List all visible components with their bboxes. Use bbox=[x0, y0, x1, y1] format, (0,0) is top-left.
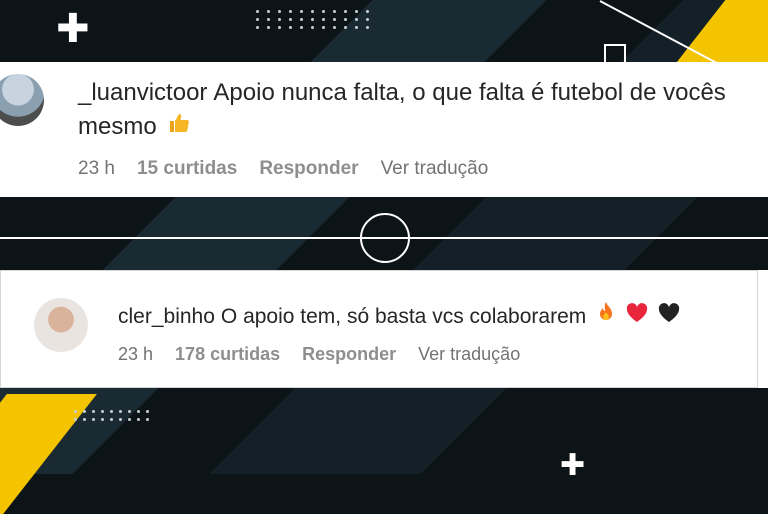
reply-button[interactable]: Responder bbox=[302, 344, 396, 365]
thumbs-up-icon bbox=[167, 111, 191, 145]
translate-link[interactable]: Ver tradução bbox=[381, 158, 489, 180]
comment-text: cler_binho O apoio tem, só basta vcs cola… bbox=[118, 300, 680, 334]
comment-card: cler_binho O apoio tem, só basta vcs cola… bbox=[0, 270, 768, 388]
comment-text: _luanvictoor Apoio nunca falta, o que fal… bbox=[78, 76, 726, 110]
comment-username[interactable]: cler_binho bbox=[118, 305, 215, 328]
field-center-circle bbox=[360, 213, 410, 263]
comment-meta: 23 h 178 curtidas Responder Ver tradução bbox=[118, 344, 520, 365]
dot-grid-decoration bbox=[74, 410, 149, 421]
comment-time: 23 h bbox=[78, 158, 115, 179]
avatar[interactable] bbox=[34, 298, 88, 352]
red-heart-icon bbox=[626, 300, 648, 334]
comment-username[interactable]: _luanvictoor bbox=[78, 79, 207, 106]
comment-meta: 23 h 15 curtidas Responder Ver tradução bbox=[78, 158, 488, 180]
reply-button[interactable]: Responder bbox=[259, 158, 358, 180]
comment-time: 23 h bbox=[118, 344, 154, 364]
plus-decoration-icon: ✚ bbox=[56, 6, 90, 52]
comment-body: mesmo bbox=[78, 113, 157, 140]
plus-decoration-icon: ✚ bbox=[560, 448, 586, 483]
black-heart-icon bbox=[658, 300, 680, 334]
fire-icon bbox=[596, 300, 616, 334]
avatar[interactable] bbox=[0, 74, 44, 126]
comment-body: Apoio nunca falta, o que falta é futebol… bbox=[213, 79, 726, 106]
likes-count[interactable]: 15 curtidas bbox=[137, 158, 237, 180]
comment-card: _luanvictoor Apoio nunca falta, o que fal… bbox=[0, 62, 768, 197]
translate-link[interactable]: Ver tradução bbox=[418, 344, 520, 365]
likes-count[interactable]: 178 curtidas bbox=[175, 344, 280, 365]
comment-body: O apoio tem, só basta vcs colaborarem bbox=[220, 305, 587, 328]
comment-text-continued: mesmo bbox=[78, 110, 191, 145]
dot-grid-decoration bbox=[256, 10, 369, 29]
